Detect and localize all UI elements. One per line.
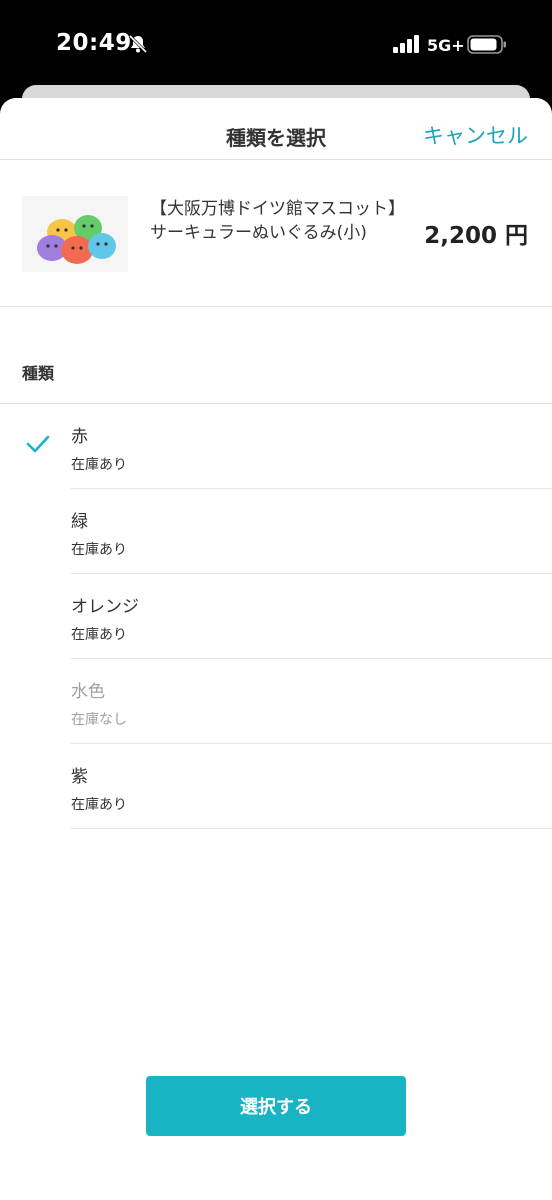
product-price: 2,200 円 [424,223,528,249]
battery-icon [467,35,506,54]
variant-option-green[interactable]: 緑 在庫あり [0,489,552,574]
variant-option-light-blue: 水色 在庫なし [0,659,552,744]
signal-icon [393,35,419,53]
product-name: 【大阪万博ドイツ館マスコット】サーキュラーぬいぐるみ(小) [150,199,397,243]
stock-status: 在庫あり [71,627,127,643]
variant-name: 紫 [71,767,88,787]
variant-name: 水色 [71,682,105,702]
cancel-button[interactable]: キャンセル [423,120,528,150]
checkmark-icon [26,435,50,453]
sheet-header: 種類を選択 キャンセル [0,98,552,160]
variant-section-label: 種類 [22,364,55,383]
variant-name: 緑 [71,512,88,532]
status-time: 20:49 [56,30,132,56]
variant-name: オレンジ [71,597,139,617]
stock-status: 在庫あり [71,797,127,813]
product-image [22,196,128,272]
network-type: 5G+ [427,36,465,55]
status-bar: 20:49 5G+ [0,0,552,90]
product-summary: 【大阪万博ドイツ館マスコット】サーキュラーぬいぐるみ(小) 2,200 円 [0,160,552,307]
bell-slash-icon [128,34,148,54]
stock-status: 在庫あり [71,542,127,558]
variant-select-sheet: 種類を選択 キャンセル 【大阪万博ドイツ館マスコット】サーキュラーぬいぐるみ(小… [0,98,552,1200]
variant-list: 赤 在庫あり 緑 在庫あり オレンジ 在庫あり 水色 在庫なし 紫 在庫あり [0,404,552,829]
variant-option-orange[interactable]: オレンジ 在庫あり [0,574,552,659]
stock-status: 在庫あり [71,457,127,473]
variant-name: 赤 [71,427,88,447]
variant-option-red[interactable]: 赤 在庫あり [0,404,552,489]
stock-status: 在庫なし [71,712,127,728]
select-button[interactable]: 選択する [146,1076,406,1136]
variant-option-purple[interactable]: 紫 在庫あり [0,744,552,829]
